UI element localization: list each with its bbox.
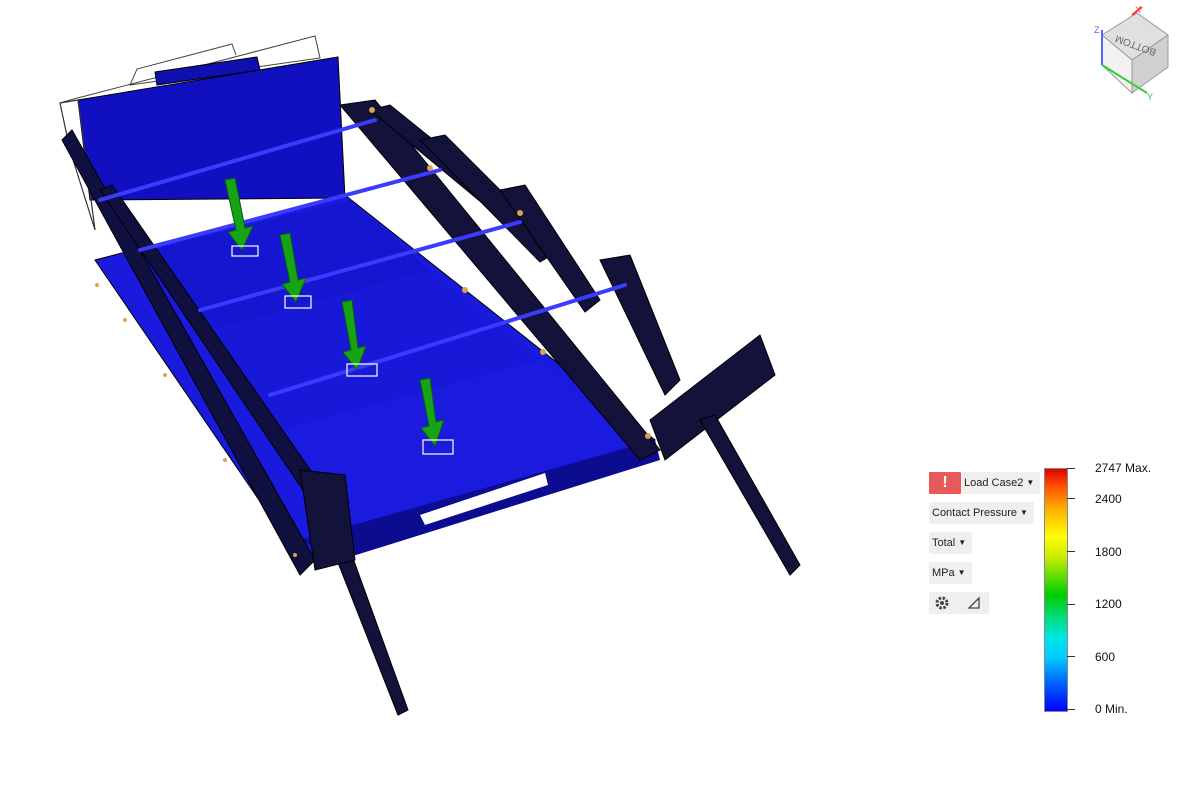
legend-tick [1067, 709, 1075, 710]
legend-max-label: 2747 Max. [1095, 461, 1152, 475]
legend-tick [1067, 604, 1075, 605]
component-dropdown[interactable]: Total ▼ [929, 532, 973, 554]
component-label: Total [932, 537, 956, 549]
legend-tick-label: 600 [1095, 650, 1116, 664]
legend-tick-label: 2400 [1095, 492, 1122, 506]
legend-tick [1067, 468, 1075, 469]
chevron-down-icon: ▼ [1026, 478, 1035, 487]
units-dropdown[interactable]: MPa ▼ [929, 562, 972, 584]
units-label: MPa [932, 567, 955, 579]
legend-min-label: 0 Min. [1095, 702, 1128, 716]
load-case-dropdown[interactable]: Load Case2 ▼ [961, 472, 1041, 494]
chevron-down-icon: ▼ [958, 538, 967, 547]
probe-icon[interactable] [967, 596, 981, 610]
view-cube-icon[interactable]: BOTTOM Z Y X [1092, 5, 1172, 105]
model-viewport[interactable] [0, 0, 1197, 792]
legend-tick-label: 1200 [1095, 597, 1122, 611]
legend-options-bar [929, 592, 989, 614]
legend-tick-label: 1800 [1095, 545, 1122, 559]
settings-gear-icon[interactable] [934, 595, 950, 611]
legend-tick [1067, 656, 1075, 657]
result-type-dropdown[interactable]: Contact Pressure ▼ [929, 502, 1034, 524]
svg-text:X: X [1135, 5, 1141, 15]
chevron-down-icon: ▼ [957, 568, 966, 577]
load-case-label: Load Case2 [964, 477, 1024, 489]
result-type-label: Contact Pressure [932, 507, 1017, 519]
legend-tick [1067, 498, 1075, 499]
legend-tick [1067, 551, 1075, 552]
warning-icon[interactable]: ! [929, 472, 961, 494]
color-legend-bar [1044, 468, 1068, 712]
svg-text:Y: Y [1147, 92, 1153, 102]
svg-text:Z: Z [1094, 25, 1100, 35]
chevron-down-icon: ▼ [1019, 508, 1028, 517]
